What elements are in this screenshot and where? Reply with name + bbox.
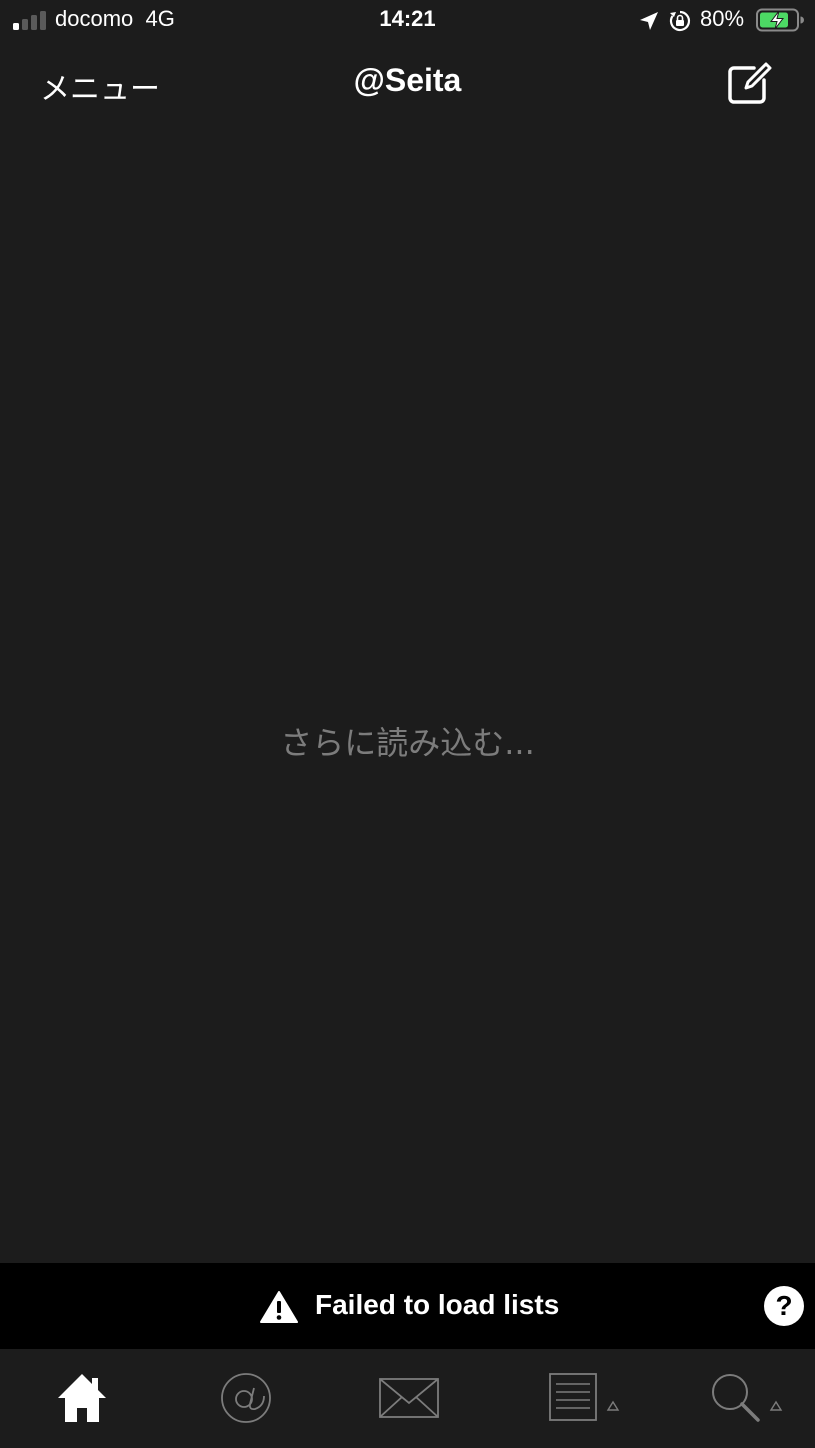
- home-icon: [58, 1374, 106, 1422]
- search-icon: [712, 1374, 783, 1422]
- error-banner: Failed to load lists ?: [0, 1263, 815, 1349]
- battery-charging-icon: [756, 8, 804, 32]
- tab-mentions[interactable]: [218, 1367, 274, 1429]
- location-icon: [640, 12, 658, 30]
- app-screen: docomo 4G 14:21 80% メニュー @Seita さらに読み込む.…: [0, 0, 815, 1448]
- tab-bar: [0, 1349, 815, 1448]
- error-message: Failed to load lists: [315, 1289, 560, 1320]
- orientation-lock-icon: [669, 10, 691, 32]
- list-icon: [549, 1373, 620, 1421]
- tab-search[interactable]: [708, 1367, 788, 1429]
- envelope-icon: [379, 1378, 439, 1418]
- tab-lists[interactable]: [546, 1367, 626, 1429]
- load-more-button[interactable]: さらに読み込む...: [0, 718, 815, 764]
- battery-percent: 80%: [700, 6, 745, 31]
- compose-button[interactable]: [724, 58, 774, 108]
- warning-icon: [260, 1291, 298, 1323]
- navigation-bar: メニュー @Seita: [0, 44, 815, 124]
- status-bar: docomo 4G 14:21 80%: [0, 0, 815, 44]
- tab-messages[interactable]: [378, 1367, 442, 1429]
- compose-icon: [728, 62, 772, 104]
- at-sign-icon: [221, 1373, 271, 1423]
- help-button[interactable]: ?: [764, 1286, 804, 1326]
- menu-button[interactable]: メニュー: [40, 64, 160, 108]
- tab-home[interactable]: [54, 1367, 110, 1429]
- status-time: 14:21: [379, 6, 436, 31]
